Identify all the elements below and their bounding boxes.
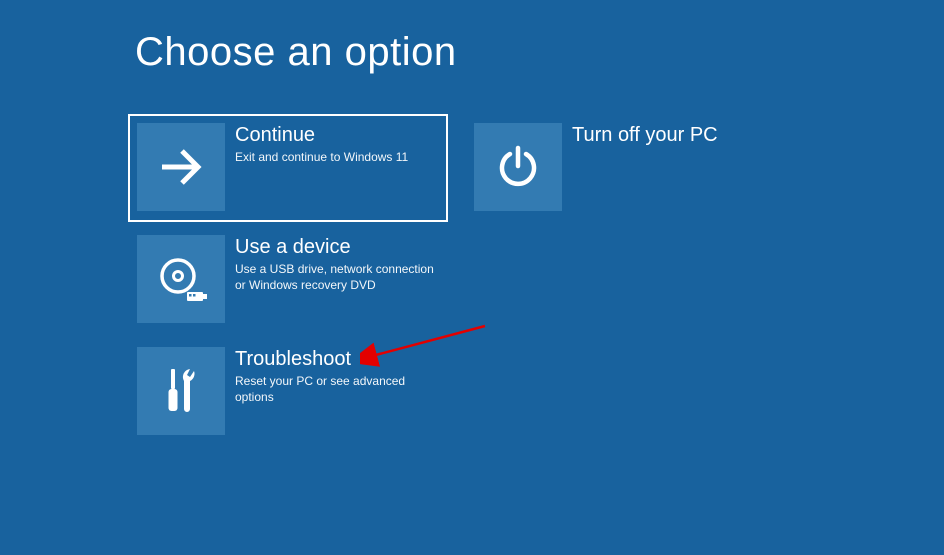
option-troubleshoot-text: Troubleshoot Reset your PC or see advanc… (235, 347, 439, 405)
page-title: Choose an option (135, 30, 457, 75)
power-icon (474, 123, 562, 211)
option-turn-off[interactable]: Turn off your PC (465, 114, 785, 222)
option-title: Use a device (235, 235, 439, 259)
option-continue[interactable]: Continue Exit and continue to Windows 11 (128, 114, 448, 222)
tools-icon (137, 347, 225, 435)
option-desc: Reset your PC or see advanced options (235, 373, 439, 405)
option-desc: Use a USB drive, network connection or W… (235, 261, 439, 293)
option-title: Troubleshoot (235, 347, 439, 371)
option-continue-text: Continue Exit and continue to Windows 11 (235, 123, 408, 165)
option-troubleshoot[interactable]: Troubleshoot Reset your PC or see advanc… (128, 338, 448, 446)
option-use-device[interactable]: Use a device Use a USB drive, network co… (128, 226, 448, 334)
option-use-device-text: Use a device Use a USB drive, network co… (235, 235, 439, 293)
option-desc: Exit and continue to Windows 11 (235, 149, 408, 165)
option-title: Turn off your PC (572, 123, 718, 147)
option-title: Continue (235, 123, 408, 147)
option-turn-off-text: Turn off your PC (572, 123, 718, 149)
arrow-right-icon (137, 123, 225, 211)
recovery-environment-screen: Choose an option Continue Exit and conti… (0, 0, 944, 555)
disc-usb-icon (137, 235, 225, 323)
